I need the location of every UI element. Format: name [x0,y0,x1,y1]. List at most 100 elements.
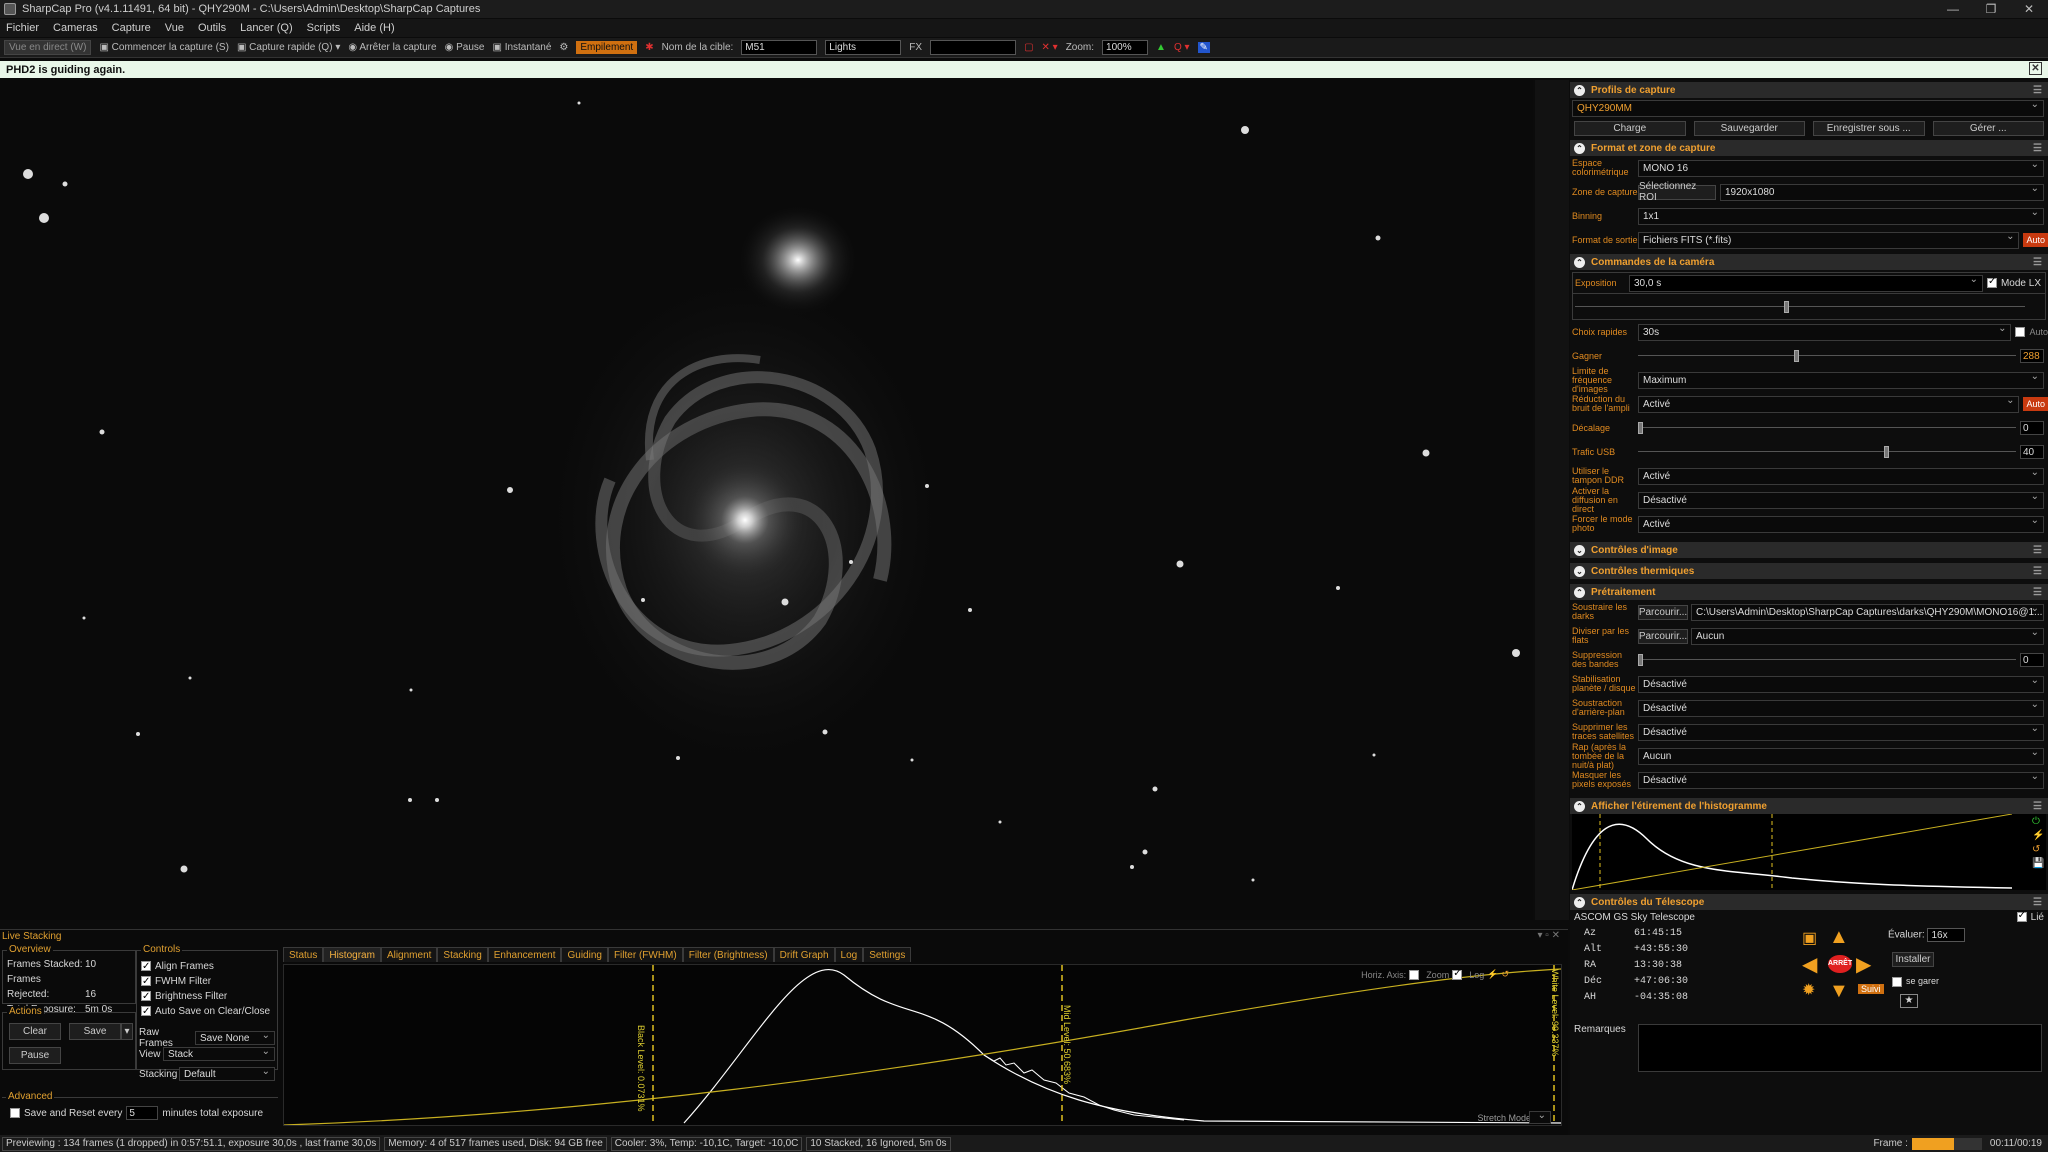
gain-value[interactable]: 288 [2020,349,2044,363]
menu-capture[interactable]: Capture [112,22,151,34]
stop-capture-button[interactable]: ◉ Arrêter la capture [348,42,436,53]
menu-icon[interactable]: ☰ [2033,85,2042,96]
live-view-button[interactable]: Vue en direct (W) [4,40,92,55]
frame-rate-select[interactable]: Maximum [1638,371,2044,389]
gear-icon[interactable]: ✹ [1802,980,1815,1000]
save-as-profile-button[interactable]: Enregistrer sous ... [1813,120,1925,136]
fwhm-filter-checkbox[interactable] [141,974,151,989]
gain-slider[interactable] [1638,349,2016,363]
save-button[interactable]: Save [69,1023,121,1040]
save-icon[interactable]: 💾 [2032,858,2044,869]
section-histogram-stretch[interactable]: ⌃ Afficher l'étirement de l'histogramme ☰ [1570,798,2048,814]
tab-status[interactable]: Status [283,947,324,962]
image-viewer[interactable] [0,80,1533,920]
offset-slider[interactable] [1638,421,2016,435]
fx-select[interactable] [930,40,1017,55]
minutes-input[interactable]: 5 [126,1106,159,1120]
load-profile-button[interactable]: Charge [1574,120,1686,136]
output-format-select[interactable]: Fichiers FITS (*.fits) [1638,231,2020,249]
live-stream-select[interactable]: Désactivé [1638,491,2044,509]
north-arrow-icon[interactable]: ▲ [1829,926,1849,949]
save-profile-button[interactable]: Sauvegarder [1693,120,1805,136]
park-checkbox[interactable] [1892,976,1902,987]
tab-settings[interactable]: Settings [863,947,912,962]
flats-select[interactable]: Aucun [1691,627,2044,645]
menu-cameras[interactable]: Cameras [53,22,98,34]
log-checkbox[interactable] [1452,968,1463,980]
raw-frames-select[interactable]: Save None [195,1030,275,1045]
section-camera-controls[interactable]: ⌃ Commandes de la caméra ☰ [1570,254,2048,270]
notes-input[interactable] [1638,1024,2042,1072]
binning-select[interactable]: 1x1 [1638,207,2044,225]
no-reticle-icon[interactable]: ✕ ▾ [1042,42,1058,53]
view-select[interactable]: Stack [163,1046,275,1061]
bg-subtraction-select[interactable]: Désactivé [1638,699,2044,717]
save-dropdown-button[interactable]: ▾ [121,1023,133,1040]
clear-button[interactable]: Clear [9,1023,61,1040]
tab-alignment[interactable]: Alignment [380,947,438,962]
section-capture-profiles[interactable]: ⌃ Profils de capture ☰ [1570,82,2048,98]
frame-type-select[interactable]: Lights [825,40,902,55]
menu-icon[interactable]: ☰ [2033,566,2042,577]
histogram-icon[interactable]: ▲ [1156,42,1166,53]
amp-auto-button[interactable]: Auto [2023,397,2048,411]
menu-fichier[interactable]: Fichier [6,22,39,34]
linked-checkbox[interactable] [2016,910,2027,923]
zoom-select[interactable]: 100% [1102,40,1149,55]
tab-filter-brightness[interactable]: Filter (Brightness) [682,947,774,962]
reset-icon[interactable]: ↺ [1501,969,1509,980]
tab-filter-fwhm[interactable]: Filter (FWHM) [607,947,683,962]
maximize-button[interactable]: ❐ [1976,2,2006,16]
start-capture-button[interactable]: ▣ Commencer la capture (S) [99,42,229,53]
pause-stack-button[interactable]: Pause [9,1047,61,1064]
select-roi-button[interactable]: Sélectionnez ROI [1638,181,1716,203]
satellite-select[interactable]: Désactivé [1638,723,2044,741]
close-notification-button[interactable]: ✕ [2029,62,2042,75]
menu-aide[interactable]: Aide (H) [354,22,394,34]
stacking-button[interactable]: Empilement [576,41,638,54]
power-icon[interactable]: ⏻ [2032,816,2044,827]
star-icon[interactable]: ★ [1900,994,1918,1008]
brightness-filter-checkbox[interactable] [141,989,151,1004]
exposure-input[interactable]: 30,0 s [1629,274,1983,292]
stabilization-select[interactable]: Désactivé [1638,675,2044,693]
capture-area-select[interactable]: 1920x1080 [1720,183,2044,201]
banding-value[interactable]: 0 [2020,653,2044,667]
section-format[interactable]: ⌃ Format et zone de capture ☰ [1570,140,2048,156]
menu-icon[interactable]: ☰ [2033,587,2042,598]
tab-histogram[interactable]: Histogram [323,947,381,962]
west-arrow-icon[interactable]: ◀ [1802,952,1817,977]
close-window-button[interactable]: ✕ [2014,2,2044,16]
section-preprocessing[interactable]: ⌃ Prétraitement ☰ [1570,584,2048,600]
menu-icon[interactable]: ☰ [2033,545,2042,556]
mask-pixels-select[interactable]: Désactivé [1638,771,2044,789]
tab-guiding[interactable]: Guiding [561,947,608,962]
section-image-controls[interactable]: ⌄ Contrôles d'image ☰ [1570,542,2048,558]
tab-stacking[interactable]: Stacking [437,947,488,962]
rate-select[interactable]: 16x [1927,928,1966,942]
amp-noise-select[interactable]: Activé [1638,395,2020,413]
offset-value[interactable]: 0 [2020,421,2044,435]
brush-icon[interactable]: ✎ [1197,42,1210,53]
tab-drift-graph[interactable]: Drift Graph [773,947,835,962]
stop-button[interactable]: ARRÊT [1828,955,1852,973]
auto-stretch-icon[interactable]: ⚡ [1487,969,1498,980]
section-telescope-controls[interactable]: ⌃ Contrôles du Télescope ☰ [1570,894,2048,910]
stack-histogram[interactable]: Black Level: 0.0731% Mid Level: 50.683% … [283,964,1562,1126]
menu-icon[interactable]: ☰ [2033,143,2042,154]
menu-vue[interactable]: Vue [165,22,184,34]
darks-select[interactable]: C:\Users\Admin\Desktop\SharpCap Captures… [1691,603,2044,621]
output-auto-button[interactable]: Auto [2023,233,2048,247]
reticle-icon[interactable]: ▢ [1024,42,1033,53]
banding-slider[interactable] [1638,653,2016,667]
profile-select[interactable]: QHY290MM [1572,99,2044,117]
auto-save-checkbox[interactable] [141,1004,151,1019]
auto-stretch-icon[interactable]: ⚡ [2032,830,2044,841]
menu-lancer[interactable]: Lancer (Q) [240,22,293,34]
usb-traffic-value[interactable]: 40 [2020,445,2044,459]
viewer-scrollbar[interactable] [1535,80,1569,920]
menu-scripts[interactable]: Scripts [307,22,341,34]
tab-enhancement[interactable]: Enhancement [487,947,562,962]
south-arrow-icon[interactable]: ▼ [1829,980,1849,1003]
exposure-auto-checkbox[interactable] [2015,327,2026,337]
